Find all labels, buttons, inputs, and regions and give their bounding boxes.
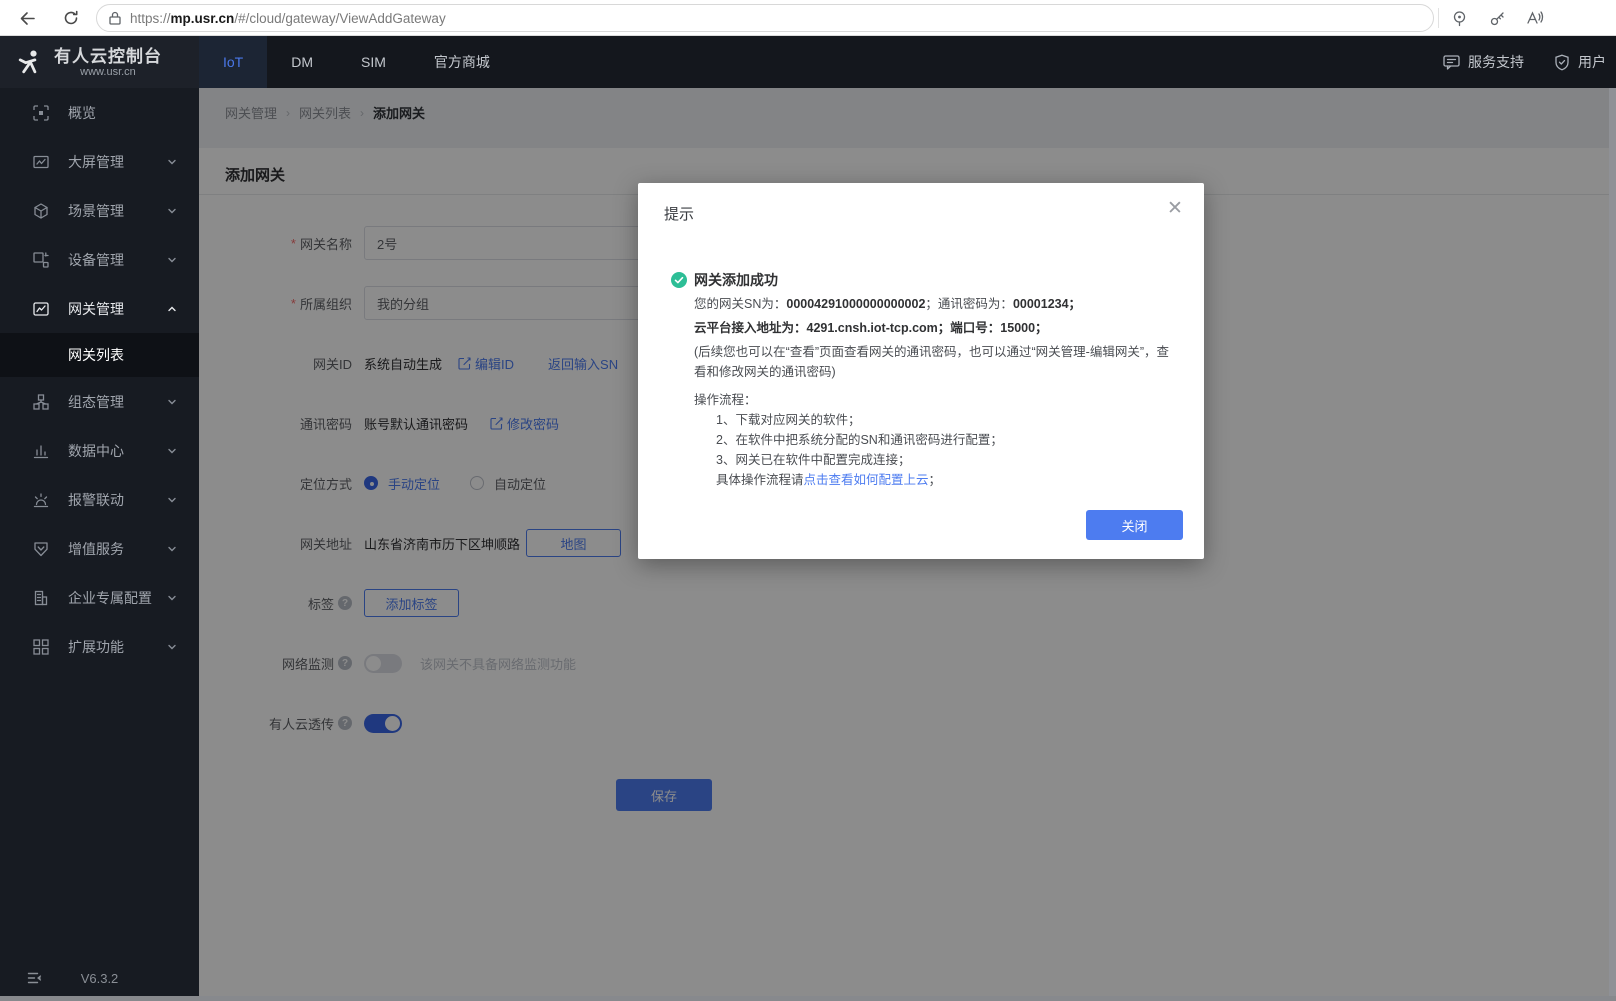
tab-iot[interactable]: IoT xyxy=(199,36,267,88)
screen-icon xyxy=(33,154,49,170)
url-text: https://mp.usr.cn/#/cloud/gateway/ViewAd… xyxy=(130,11,446,26)
sidebar-item-config-mgmt[interactable]: 组态管理 xyxy=(0,377,199,426)
lock-icon xyxy=(109,11,121,25)
horizontal-scrollbar[interactable] xyxy=(0,996,1616,1001)
chevron-down-icon xyxy=(167,157,177,167)
address-bar[interactable]: https://mp.usr.cn/#/cloud/gateway/ViewAd… xyxy=(96,4,1434,32)
browser-refresh-icon[interactable] xyxy=(58,5,84,31)
sidebar-item-alarm[interactable]: 报警联动 xyxy=(0,475,199,524)
sidebar-item-extensions[interactable]: 扩展功能 xyxy=(0,622,199,671)
top-nav: 有人云控制台 www.usr.cn IoT DM SIM 官方商城 服务支持 用… xyxy=(0,36,1616,88)
success-check-icon xyxy=(671,272,687,288)
tab-shop[interactable]: 官方商城 xyxy=(410,36,514,88)
brand-logo[interactable]: 有人云控制台 www.usr.cn xyxy=(0,36,199,88)
chevron-down-icon xyxy=(167,593,177,603)
chevron-down-icon xyxy=(167,397,177,407)
step-2: 2、在软件中把系统分配的SN和通讯密码进行配置； xyxy=(716,430,1180,450)
sidebar-item-scene-mgmt[interactable]: 场景管理 xyxy=(0,186,199,235)
building-icon xyxy=(33,590,49,606)
sidebar-item-screen-mgmt[interactable]: 大屏管理 xyxy=(0,137,199,186)
topology-icon xyxy=(33,394,49,410)
step-1: 1、下载对应网关的软件； xyxy=(716,410,1180,430)
platform-address-line: 云平台接入地址为：4291.cnsh.iot-tcp.com；端口号：15000… xyxy=(694,318,1180,338)
siren-icon xyxy=(33,492,49,508)
brand-subtitle: www.usr.cn xyxy=(54,66,162,78)
chrome-separator xyxy=(1438,8,1439,28)
detail-line: 具体操作流程请点击查看如何配置上云； xyxy=(716,470,1180,490)
dialog-close-button[interactable]: 关闭 xyxy=(1086,510,1183,540)
gateway-sn-value: 00004291000000000002 xyxy=(786,297,925,311)
usr-person-icon xyxy=(16,48,44,76)
success-title: 网关添加成功 xyxy=(694,270,778,290)
dialog-body: 网关添加成功 您的网关SN为：00004291000000000002；通讯密码… xyxy=(638,224,1204,490)
tab-dm[interactable]: DM xyxy=(267,36,337,88)
step-3: 3、网关已在软件中配置完成连接； xyxy=(716,450,1180,470)
chevron-down-icon xyxy=(167,446,177,456)
location-pin-icon[interactable] xyxy=(1444,5,1474,31)
device-icon xyxy=(33,252,49,268)
brand-title: 有人云控制台 xyxy=(54,47,162,66)
tab-sim[interactable]: SIM xyxy=(337,36,410,88)
key-icon[interactable] xyxy=(1482,5,1512,31)
app-version: V6.3.2 xyxy=(0,971,199,986)
vertical-scrollbar[interactable] xyxy=(1609,88,1616,996)
service-support[interactable]: 服务支持 xyxy=(1443,52,1524,72)
sidebar-item-overview[interactable]: 概览 xyxy=(0,88,199,137)
process-label: 操作流程： xyxy=(694,390,1180,410)
sidebar-subitem-gateway-list[interactable]: 网关列表 xyxy=(0,333,199,377)
overview-icon xyxy=(33,105,49,121)
sidebar-item-device-mgmt[interactable]: 设备管理 xyxy=(0,235,199,284)
sidebar-item-gateway-mgmt[interactable]: 网关管理 xyxy=(0,284,199,333)
chevron-down-icon xyxy=(167,544,177,554)
top-tabs: IoT DM SIM 官方商城 xyxy=(199,36,514,88)
comm-password-value: 00001234； xyxy=(1013,297,1081,311)
note-text: (后续您也可以在“查看”页面查看网关的通讯密码，也可以通过“网关管理-编辑网关”… xyxy=(694,342,1180,382)
chevron-down-icon xyxy=(167,255,177,265)
sidebar-item-data-center[interactable]: 数据中心 xyxy=(0,426,199,475)
gateway-icon xyxy=(33,301,49,317)
bar-chart-icon xyxy=(33,443,49,459)
browser-chrome: https://mp.usr.cn/#/cloud/gateway/ViewAd… xyxy=(0,0,1616,36)
chat-icon xyxy=(1443,54,1460,70)
chevron-down-icon xyxy=(167,495,177,505)
close-icon[interactable]: ✕ xyxy=(1164,197,1186,219)
read-aloud-icon[interactable] xyxy=(1520,5,1550,31)
user-menu[interactable]: 用户 xyxy=(1554,52,1606,72)
sidebar: 概览 大屏管理 场景管理 设备管理 网关管理 网关列表 组态管理 数据中心 报警… xyxy=(0,88,199,1001)
notice-dialog: 提示 ✕ 网关添加成功 您的网关SN为：00004291000000000002… xyxy=(638,183,1204,559)
sidebar-item-enterprise-config[interactable]: 企业专属配置 xyxy=(0,573,199,622)
scene-icon xyxy=(33,203,49,219)
process-steps: 1、下载对应网关的软件； 2、在软件中把系统分配的SN和通讯密码进行配置； 3、… xyxy=(694,410,1180,490)
grid-icon xyxy=(33,639,49,655)
chevron-down-icon xyxy=(167,642,177,652)
how-to-configure-link[interactable]: 点击查看如何配置上云 xyxy=(804,470,929,490)
badge-icon xyxy=(33,541,49,557)
dialog-title: 提示 xyxy=(638,183,1204,224)
shield-icon xyxy=(1554,54,1570,71)
chevron-up-icon xyxy=(167,304,177,314)
sidebar-item-value-added[interactable]: 增值服务 xyxy=(0,524,199,573)
chevron-down-icon xyxy=(167,206,177,216)
sn-line: 您的网关SN为：00004291000000000002；通讯密码为：00001… xyxy=(694,294,1180,314)
browser-back-icon[interactable] xyxy=(14,5,40,31)
